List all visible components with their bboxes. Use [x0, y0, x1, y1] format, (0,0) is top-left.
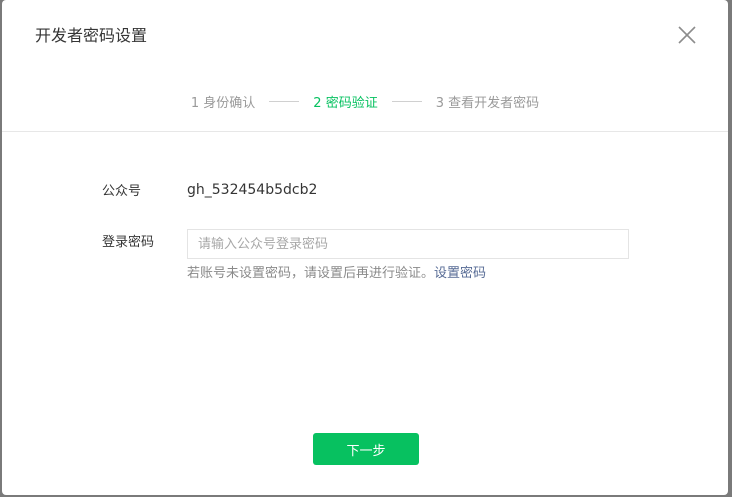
step-view-developer-password: 3 查看开发者密码: [435, 95, 540, 111]
next-step-button[interactable]: 下一步: [313, 433, 419, 465]
step-indicator: 1 身份确认 2 密码验证 3 查看开发者密码: [2, 90, 728, 112]
step-password-verify: 2 密码验证: [313, 95, 378, 111]
password-input[interactable]: [187, 229, 629, 259]
close-icon[interactable]: [675, 23, 699, 47]
step-separator: [269, 100, 300, 102]
account-value: gh_532454b5dcb2: [187, 182, 318, 198]
set-password-link[interactable]: 设置密码: [434, 266, 486, 281]
dialog-title: 开发者密码设置: [35, 26, 148, 45]
step-identity-confirm: 1 身份确认: [190, 95, 256, 111]
password-label: 登录密码: [102, 235, 155, 250]
step-separator: [391, 100, 422, 102]
account-label: 公众号: [102, 184, 142, 199]
password-hint: 若账号未设置密码，请设置后再进行验证。设置密码: [187, 264, 486, 284]
hint-text: 若账号未设置密码，请设置后再进行验证。: [187, 266, 435, 281]
developer-password-dialog: 开发者密码设置 1 身份确认 2 密码验证 3 查看开发者密码 公众号 gh_5…: [2, 0, 728, 495]
header-divider: [2, 131, 728, 132]
